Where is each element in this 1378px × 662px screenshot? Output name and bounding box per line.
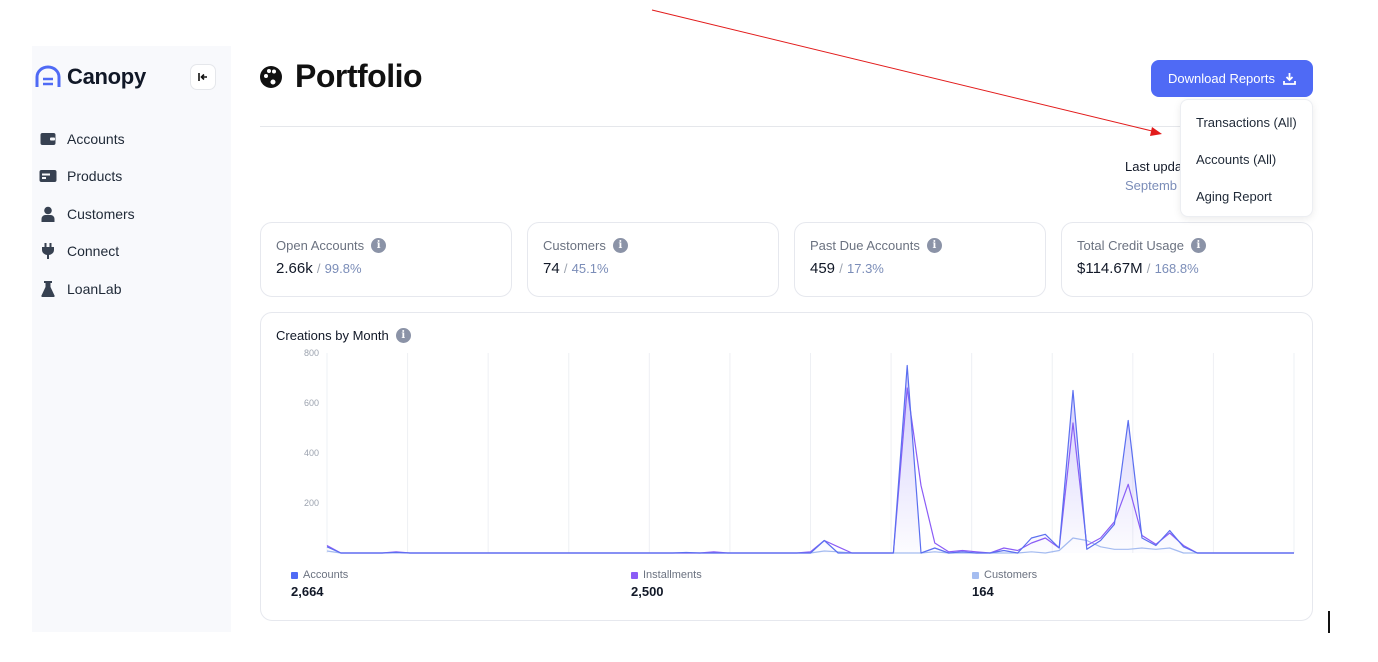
arrow-head-icon (1150, 127, 1162, 136)
annotation-arrow (651, 9, 1162, 136)
text-cursor (1328, 611, 1330, 633)
